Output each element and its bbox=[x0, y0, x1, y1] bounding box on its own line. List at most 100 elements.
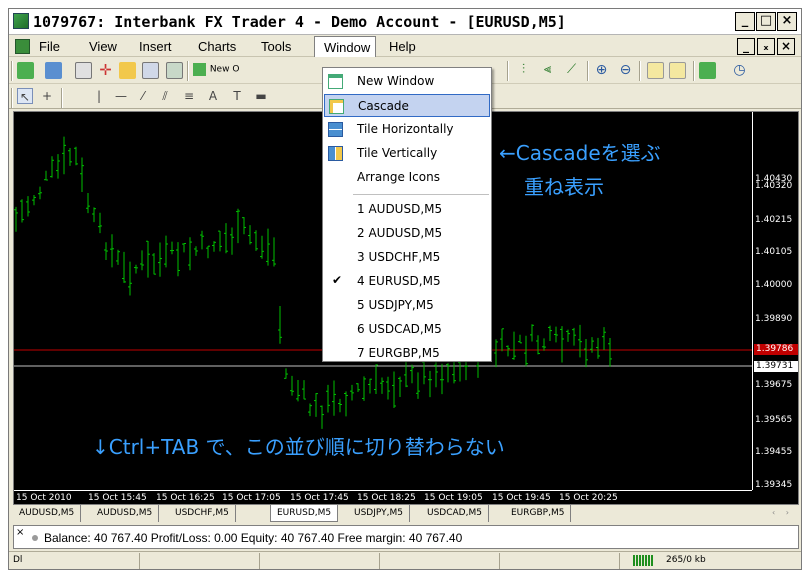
mdi-minimize-button[interactable]: _ bbox=[737, 38, 755, 55]
line-chart-icon[interactable]: ⟋ bbox=[563, 62, 580, 79]
menu-item-cascade[interactable]: Cascade bbox=[324, 94, 490, 117]
mdi-close-button[interactable]: × bbox=[777, 38, 795, 55]
menu-item-window-1[interactable]: 1 AUDUSD,M5 bbox=[324, 198, 490, 221]
horizontal-line-icon[interactable]: — bbox=[113, 88, 129, 104]
status-divider bbox=[139, 553, 140, 569]
tab-audusd-1[interactable]: AUDUSD,M5 bbox=[13, 505, 82, 522]
status-hint: Dl bbox=[13, 555, 23, 565]
menu-item-window-6[interactable]: 6 USDCAD,M5 bbox=[324, 318, 490, 341]
maximize-button[interactable]: □ bbox=[756, 12, 776, 31]
menu-file[interactable]: File bbox=[39, 39, 60, 54]
zoom-out-icon[interactable]: ⊖ bbox=[617, 62, 634, 79]
text-icon[interactable]: A bbox=[205, 88, 221, 104]
menu-item-window-7[interactable]: 7 EURGBP,M5 bbox=[324, 342, 490, 365]
menu-charts[interactable]: Charts bbox=[198, 39, 236, 54]
new-order-icon bbox=[193, 63, 206, 76]
menu-item-label: 7 EURGBP,M5 bbox=[357, 346, 440, 360]
toolbar-grip bbox=[11, 61, 13, 81]
time-tick: 15 Oct 19:45 bbox=[492, 493, 551, 503]
tile-horizontal-icon bbox=[328, 122, 343, 137]
app-icon bbox=[13, 13, 29, 29]
menu-item-tile-horizontally[interactable]: Tile Horizontally bbox=[324, 118, 490, 141]
arrows-icon[interactable]: ▬ bbox=[253, 88, 269, 104]
menu-window[interactable]: Window bbox=[314, 36, 376, 57]
tab-audusd-2[interactable]: AUDUSD,M5 bbox=[91, 505, 160, 522]
minimize-button[interactable]: _ bbox=[735, 12, 755, 31]
status-divider bbox=[259, 553, 260, 569]
strategy-tester-icon[interactable] bbox=[166, 62, 183, 79]
new-chart-icon[interactable] bbox=[17, 62, 34, 79]
menu-tools[interactable]: Tools bbox=[261, 39, 291, 54]
terminal-close-icon[interactable]: × bbox=[16, 527, 24, 538]
terminal-panel: × Balance: 40 767.40 Profit/Loss: 0.00 E… bbox=[13, 525, 799, 549]
new-order-button[interactable]: New O bbox=[193, 62, 253, 79]
menu-item-window-5[interactable]: 5 USDJPY,M5 bbox=[324, 294, 490, 317]
menu-view[interactable]: View bbox=[89, 39, 117, 54]
tab-eurgbp[interactable]: EURGBP,M5 bbox=[505, 505, 572, 522]
price-tick: 1.40320 bbox=[755, 181, 793, 191]
market-watch-icon[interactable] bbox=[75, 62, 92, 79]
terminal-icon[interactable] bbox=[142, 62, 159, 79]
menu-separator bbox=[353, 194, 489, 195]
menu-window-label: Window bbox=[324, 40, 371, 55]
close-button[interactable]: × bbox=[777, 12, 797, 31]
navigator-icon[interactable] bbox=[119, 62, 136, 79]
status-divider bbox=[619, 553, 620, 569]
account-status-icon bbox=[32, 535, 38, 541]
new-order-label: New O bbox=[209, 64, 240, 75]
menu-item-label: 2 AUDUSD,M5 bbox=[357, 226, 443, 240]
menu-item-label: 5 USDJPY,M5 bbox=[357, 298, 434, 312]
tab-scroll-arrows[interactable]: ‹ › bbox=[772, 508, 793, 517]
indicators-icon[interactable] bbox=[699, 62, 716, 79]
toolbar-separator bbox=[61, 88, 63, 108]
price-tick: 1.39675 bbox=[755, 380, 793, 390]
menu-item-window-2[interactable]: 2 AUDUSD,M5 bbox=[324, 222, 490, 245]
profiles-icon[interactable] bbox=[45, 62, 62, 79]
menu-item-label: 4 EURUSD,M5 bbox=[357, 274, 441, 288]
price-axis[interactable]: 1.40430 1.40320 1.40215 1.40105 1.40000 … bbox=[752, 112, 798, 490]
menu-help[interactable]: Help bbox=[389, 39, 416, 54]
new-window-icon bbox=[328, 74, 343, 89]
menu-item-label: Cascade bbox=[358, 99, 409, 113]
channel-icon[interactable]: ⫽ bbox=[157, 88, 173, 104]
tab-eurusd[interactable]: EURUSD,M5 bbox=[270, 505, 339, 522]
tab-usdchf[interactable]: USDCHF,M5 bbox=[169, 505, 236, 522]
toolbar-separator bbox=[639, 61, 641, 81]
chart-window-icon[interactable] bbox=[15, 39, 30, 54]
menu-item-window-4[interactable]: ✔ 4 EURUSD,M5 bbox=[324, 270, 490, 293]
vertical-line-icon[interactable]: | bbox=[91, 88, 107, 104]
periods-icon[interactable]: ◷ bbox=[731, 62, 748, 79]
chart-shift-icon[interactable] bbox=[669, 62, 686, 79]
menu-item-tile-vertically[interactable]: Tile Vertically bbox=[324, 142, 490, 165]
time-tick: 15 Oct 18:25 bbox=[357, 493, 416, 503]
toolbar-grip bbox=[11, 88, 13, 108]
zoom-in-icon[interactable]: ⊕ bbox=[593, 62, 610, 79]
menu-item-window-3[interactable]: 3 USDCHF,M5 bbox=[324, 246, 490, 269]
cursor-icon[interactable]: ↖ bbox=[17, 88, 33, 104]
bar-chart-icon[interactable]: ⫶ bbox=[515, 62, 532, 79]
annotation-cascade: ←Cascadeを選ぶ bbox=[499, 141, 661, 165]
menu-item-label: Tile Horizontally bbox=[357, 122, 454, 136]
time-tick: 15 Oct 16:25 bbox=[156, 493, 215, 503]
balance-summary: Balance: 40 767.40 Profit/Loss: 0.00 Equ… bbox=[44, 531, 463, 545]
tab-usdjpy[interactable]: USDJPY,M5 bbox=[348, 505, 410, 522]
candlestick-icon[interactable]: ⫷ bbox=[539, 62, 556, 79]
auto-scroll-icon[interactable] bbox=[647, 62, 664, 79]
tab-usdcad[interactable]: USDCAD,M5 bbox=[421, 505, 489, 522]
menu-item-new-window[interactable]: New Window bbox=[324, 70, 490, 93]
annotation-ctrl-tab: ↓Ctrl+TAB で、この並び順に切り替わらない bbox=[92, 435, 505, 459]
tile-vertical-icon bbox=[328, 146, 343, 161]
mdi-restore-button[interactable]: ₓ bbox=[757, 38, 775, 55]
menu-insert[interactable]: Insert bbox=[139, 39, 172, 54]
time-axis[interactable]: 15 Oct 2010 15 Oct 15:45 15 Oct 16:25 15… bbox=[14, 490, 752, 504]
data-window-icon[interactable]: ✛ bbox=[97, 62, 114, 79]
annotation-overlap: 重ね表示 bbox=[524, 175, 604, 199]
time-tick: 15 Oct 19:05 bbox=[424, 493, 483, 503]
time-tick: 15 Oct 17:45 bbox=[290, 493, 349, 503]
text-label-icon[interactable]: T bbox=[229, 88, 245, 104]
trendline-icon[interactable]: ⁄ bbox=[135, 88, 151, 104]
menu-item-arrange-icons[interactable]: Arrange Icons bbox=[324, 166, 490, 189]
fibonacci-icon[interactable]: ≡ bbox=[181, 88, 197, 104]
menu-item-label: 1 AUDUSD,M5 bbox=[357, 202, 443, 216]
crosshair-icon[interactable]: + bbox=[39, 88, 55, 104]
